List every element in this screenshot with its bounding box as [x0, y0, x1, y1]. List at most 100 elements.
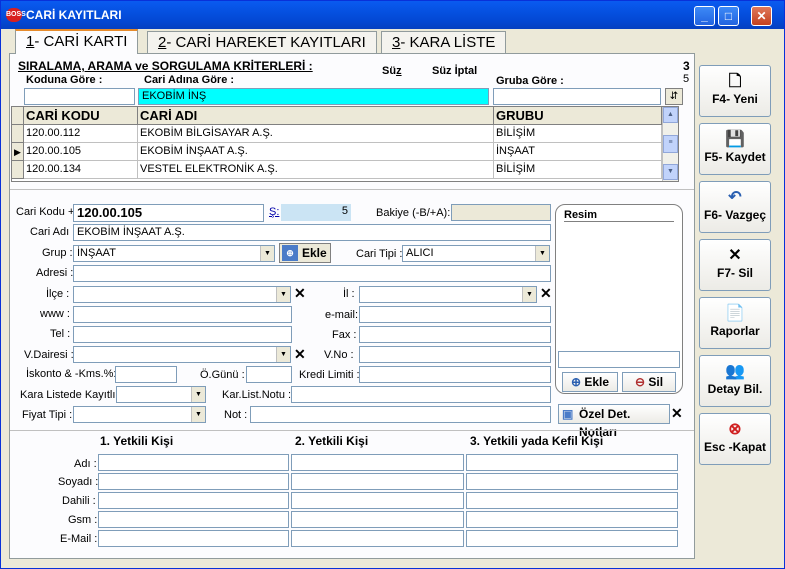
- chevron-down-icon[interactable]: ▼: [260, 246, 274, 261]
- yetkili2-email-field[interactable]: [291, 530, 464, 547]
- not-field[interactable]: [250, 406, 551, 423]
- sil-button[interactable]: ✕ F7- Sil: [699, 239, 771, 291]
- clear-ilce-icon[interactable]: ✕: [294, 285, 306, 302]
- cari-tipi-select[interactable]: ALICI ▼: [402, 245, 550, 262]
- cari-kayitlari-window: BOSS CARİ KAYITLARI _ □ ✕ 1- CARİ KARTI …: [0, 0, 785, 569]
- divider: [10, 430, 694, 431]
- yetkili2-gsm-field[interactable]: [291, 511, 464, 528]
- group-search-input[interactable]: [493, 88, 661, 105]
- yetkili3-adi-field[interactable]: [466, 454, 678, 471]
- chevron-down-icon[interactable]: ▼: [276, 287, 290, 302]
- code-search-label: Koduna Göre :: [26, 74, 103, 86]
- yetkili3-dahili-field[interactable]: [466, 492, 678, 509]
- table-row-name[interactable]: VESTEL ELEKTRONİK A.Ş.: [138, 161, 494, 179]
- resim-sil-button[interactable]: ⊖ Sil: [622, 372, 676, 392]
- table-row-name[interactable]: EKOBİM BİLGİSAYAR A.Ş.: [138, 125, 494, 143]
- kredi-limiti-label: Kredi Limiti :: [299, 369, 360, 381]
- chevron-down-icon[interactable]: ▼: [191, 407, 205, 422]
- app-logo-icon: BOSS: [6, 8, 26, 22]
- yetkili3-gsm-field[interactable]: [466, 511, 678, 528]
- chevron-down-icon[interactable]: ▼: [535, 246, 549, 261]
- scroll-down-icon[interactable]: ▼: [663, 164, 678, 180]
- yetkili2-dahili-field[interactable]: [291, 492, 464, 509]
- cari-adi-field[interactable]: EKOBİM İNŞAAT A.Ş.: [73, 224, 551, 241]
- grup-ekle-button[interactable]: ⊕ Ekle: [279, 243, 331, 263]
- table-row-code[interactable]: 120.00.112: [24, 125, 138, 143]
- chevron-down-icon[interactable]: ▼: [191, 387, 205, 402]
- filter-button[interactable]: Süz: [382, 65, 402, 77]
- yetkili1-dahili-field[interactable]: [98, 492, 289, 509]
- table-row-name[interactable]: EKOBİM İNŞAAT A.Ş.: [138, 143, 494, 161]
- yetkili-3-header: 3. Yetkili yada Kefil Kişi: [470, 434, 604, 448]
- table-row-group[interactable]: BİLİŞİM: [494, 125, 662, 143]
- yetkili2-soyadi-field[interactable]: [291, 473, 464, 490]
- scroll-up-icon[interactable]: ▲: [663, 107, 678, 123]
- scroll-thumb[interactable]: ≡: [663, 135, 678, 153]
- add-group-icon: ⊕: [282, 245, 298, 261]
- table-row-code[interactable]: 120.00.105: [24, 143, 138, 161]
- ilce-select[interactable]: ▼: [73, 286, 291, 303]
- minimize-button[interactable]: _: [694, 6, 715, 26]
- yeni-button[interactable]: 🗋 F4- Yeni: [699, 65, 771, 117]
- name-search-input[interactable]: EKOBİM İNŞ: [138, 88, 489, 105]
- email-field[interactable]: [359, 306, 551, 323]
- vazgec-button[interactable]: ↶ F6- Vazgeç: [699, 181, 771, 233]
- kar-list-notu-field[interactable]: [291, 386, 551, 403]
- code-search-input[interactable]: [24, 88, 135, 105]
- yetkili1-gsm-field[interactable]: [98, 511, 289, 528]
- title-bar[interactable]: BOSS CARİ KAYITLARI _ □ ✕: [1, 1, 784, 29]
- detay-bil-button[interactable]: 👥 Detay Bil.: [699, 355, 771, 407]
- ozel-det-notlari-button[interactable]: ▣ Özel Det. Notları: [558, 404, 670, 439]
- fiyat-tipi-select[interactable]: ▼: [73, 406, 206, 423]
- cari-kodu-field[interactable]: 120.00.105: [73, 204, 264, 222]
- yetkili1-email-field[interactable]: [98, 530, 289, 547]
- bakiye-field: [451, 204, 551, 221]
- kapat-button[interactable]: ⊗ Esc -Kapat: [699, 413, 771, 465]
- group-lookup-icon[interactable]: ⇵: [665, 88, 683, 105]
- new-document-icon: 🗋: [728, 73, 742, 90]
- ogunu-field[interactable]: [246, 366, 292, 383]
- table-row-group[interactable]: BİLİŞİM: [494, 161, 662, 179]
- column-header-code[interactable]: CARİ KODU: [24, 107, 138, 125]
- tab-kara-liste[interactable]: 3- KARA LİSTE: [381, 31, 507, 53]
- kaydet-button[interactable]: 💾 F5- Kaydet: [699, 123, 771, 175]
- column-header-name[interactable]: CARİ ADI: [138, 107, 494, 125]
- maximize-button[interactable]: □: [718, 6, 739, 26]
- grid-scrollbar[interactable]: ▲ ≡ ▼: [662, 107, 678, 181]
- close-circle-icon: ⊗: [728, 421, 742, 438]
- filter-cancel-button[interactable]: Süz İptal: [432, 65, 477, 77]
- www-field[interactable]: [73, 306, 292, 323]
- il-select[interactable]: ▼: [359, 286, 537, 303]
- yetkili1-soyadi-field[interactable]: [98, 473, 289, 490]
- chevron-down-icon[interactable]: ▼: [522, 287, 536, 302]
- kara-liste-select[interactable]: ▼: [116, 386, 206, 403]
- yetkili3-soyadi-field[interactable]: [466, 473, 678, 490]
- iskonto-field[interactable]: [115, 366, 177, 383]
- adres-field[interactable]: [73, 265, 551, 282]
- tel-field[interactable]: [73, 326, 292, 343]
- table-row-group[interactable]: İNŞAAT: [494, 143, 662, 161]
- vno-field[interactable]: [359, 346, 551, 363]
- grup-select[interactable]: İNŞAAT ▼: [73, 245, 275, 262]
- raporlar-button[interactable]: 📄 Raporlar: [699, 297, 771, 349]
- tab-cari-karti[interactable]: 1- CARİ KARTI: [15, 29, 139, 54]
- yetkili3-email-field[interactable]: [466, 530, 678, 547]
- yetkili2-adi-field[interactable]: [291, 454, 464, 471]
- undo-icon: ↶: [728, 189, 742, 206]
- column-header-group[interactable]: GRUBU: [494, 107, 662, 125]
- tab-cari-hareket[interactable]: 2- CARİ HAREKET KAYITLARI: [147, 31, 377, 53]
- fax-field[interactable]: [359, 326, 551, 343]
- resim-ekle-button[interactable]: ⊕ Ekle: [562, 372, 618, 392]
- yetkili1-adi-field[interactable]: [98, 454, 289, 471]
- table-row-code[interactable]: 120.00.134: [24, 161, 138, 179]
- clear-il-icon[interactable]: ✕: [540, 285, 552, 302]
- kredi-limiti-field[interactable]: [359, 366, 551, 383]
- close-window-button[interactable]: ✕: [751, 6, 772, 26]
- vdairesi-select[interactable]: ▼: [73, 346, 291, 363]
- clear-vdairesi-icon[interactable]: ✕: [294, 346, 306, 363]
- resim-path-field[interactable]: [558, 351, 680, 368]
- yetkili-adi-label: Adı :: [74, 458, 97, 470]
- clear-ozel-det-icon[interactable]: ✕: [671, 405, 683, 422]
- resim-image-area[interactable]: [564, 225, 674, 347]
- chevron-down-icon[interactable]: ▼: [276, 347, 290, 362]
